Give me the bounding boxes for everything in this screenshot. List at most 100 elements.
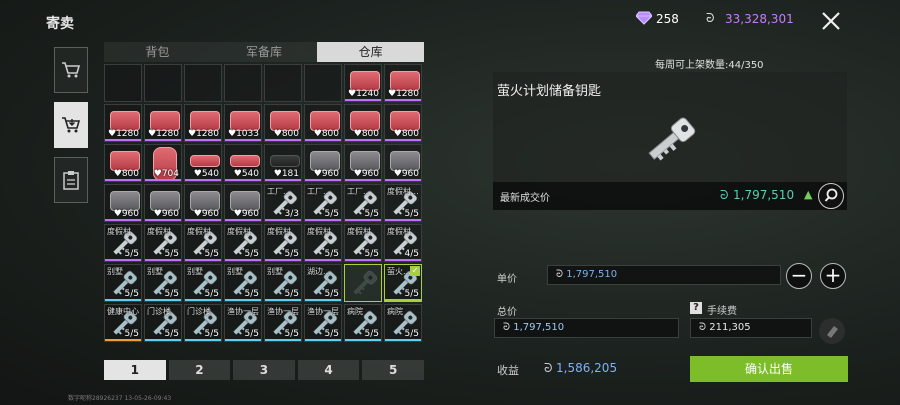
unit-price-value: 1,797,510: [566, 269, 618, 280]
checkmark-icon: ✓: [410, 266, 420, 276]
slot-quantity: 5/5: [284, 249, 299, 259]
inventory-slot[interactable]: 渔协一层 5/5: [304, 304, 342, 342]
help-icon[interactable]: ?: [690, 302, 702, 314]
slot-label: 度假村: [347, 227, 371, 236]
inventory-slot[interactable]: ♥960: [344, 144, 382, 182]
slot-quantity: ♥540: [193, 169, 219, 179]
slot-quantity: 5/5: [204, 249, 219, 259]
inventory-slot[interactable]: 工厂... 5/5: [304, 184, 342, 222]
inventory-slot[interactable]: ♥1280: [104, 104, 142, 142]
inventory-slot[interactable]: 度假村 5/5: [304, 224, 342, 262]
page-5-button[interactable]: 5: [362, 360, 424, 380]
inventory-slot[interactable]: ♥540: [184, 144, 222, 182]
slot-label: 度假村: [307, 227, 331, 236]
inventory-slot[interactable]: 度假村... 5/5: [384, 184, 422, 222]
inventory-slot[interactable]: [344, 264, 382, 302]
page-2-button[interactable]: 2: [168, 360, 231, 380]
decrease-price-button[interactable]: −: [786, 263, 812, 289]
inventory-slot[interactable]: ♥960: [104, 184, 142, 222]
inventory-slot[interactable]: ♥960: [304, 144, 342, 182]
search-icon: [824, 188, 838, 202]
tab-warehouse[interactable]: 仓库: [317, 42, 425, 62]
inventory-slot[interactable]: 门诊楼 5/5: [144, 304, 182, 342]
rarity-bar: [185, 299, 221, 301]
slot-quantity: 5/5: [404, 289, 419, 299]
case-item-icon: [350, 151, 380, 171]
slot-quantity: ♥960: [353, 169, 379, 179]
inventory-slot[interactable]: 工厂... 3/3: [264, 184, 302, 222]
page-1-button[interactable]: 1: [104, 360, 166, 380]
slot-label: 渔协一层: [267, 307, 299, 316]
tab-backpack[interactable]: 背包: [104, 42, 211, 62]
rarity-bar: [225, 219, 261, 221]
rarity-bar: [105, 339, 141, 341]
inventory-slot[interactable]: ♥800: [304, 104, 342, 142]
inventory-slot[interactable]: ♥800: [104, 144, 142, 182]
inventory-slot[interactable]: 别墅 5/5: [224, 264, 262, 302]
inventory-slot[interactable]: ♥540: [224, 144, 262, 182]
inventory-slot[interactable]: 别墅 5/5: [264, 264, 302, 302]
nav-buy-button[interactable]: [54, 47, 88, 93]
slot-quantity: 5/5: [244, 289, 259, 299]
search-button[interactable]: [818, 183, 844, 209]
slot-label: 别墅: [267, 267, 283, 276]
nav-sell-button[interactable]: [54, 102, 88, 148]
inventory-slot: [224, 64, 262, 102]
rarity-bar: [305, 179, 341, 181]
rarity-bar: [105, 219, 141, 221]
slot-quantity: ♥800: [313, 129, 339, 139]
inventory-slot[interactable]: 度假村 5/5: [144, 224, 182, 262]
page-3-button[interactable]: 3: [233, 360, 295, 380]
gem-count: 258: [656, 12, 679, 26]
discount-tag-button[interactable]: [819, 318, 845, 344]
total-price-field: ᘒ 1,797,510: [494, 318, 679, 338]
inventory-slot[interactable]: ♥800: [344, 104, 382, 142]
inventory-slot[interactable]: ♥800: [264, 104, 302, 142]
inventory-slot[interactable]: 健康中心 5/5: [104, 304, 142, 342]
inventory-slot[interactable]: ♥960: [184, 184, 222, 222]
inventory-slot[interactable]: 度假村 5/5: [224, 224, 262, 262]
inventory-slot[interactable]: 门诊楼 5/5: [184, 304, 222, 342]
inventory-slot[interactable]: 度假村 5/5: [344, 224, 382, 262]
inventory-slot[interactable]: ♥1280: [144, 104, 182, 142]
inventory-slot[interactable]: 别墅 5/5: [144, 264, 182, 302]
inventory-slot[interactable]: 度假村 5/5: [184, 224, 222, 262]
case-item-icon: [230, 111, 260, 131]
inventory-slot[interactable]: ♥960: [144, 184, 182, 222]
inventory-slot[interactable]: 度假村 5/5: [104, 224, 142, 262]
confirm-sell-button[interactable]: 确认出售: [690, 356, 848, 382]
rarity-bar: [145, 219, 181, 221]
inventory-slot[interactable]: 别墅 5/5: [184, 264, 222, 302]
inventory-slot[interactable]: ♥704: [144, 144, 182, 182]
unit-price-input[interactable]: ᘒ 1,797,510: [547, 265, 781, 285]
inventory-slot[interactable]: ♥960: [384, 144, 422, 182]
inventory-slot[interactable]: ♥960: [224, 184, 262, 222]
inventory-slot[interactable]: 度假村 5/5: [264, 224, 302, 262]
coin-icon: ᘒ: [706, 11, 715, 25]
inventory-slot[interactable]: ♥1240: [344, 64, 382, 102]
case-item-icon: [190, 111, 220, 131]
close-icon[interactable]: [818, 8, 844, 34]
inventory-slot[interactable]: 湖边... 5/5: [304, 264, 342, 302]
slot-quantity: 5/5: [404, 209, 419, 219]
inventory-slot[interactable]: ♥1280: [384, 64, 422, 102]
inventory-slot[interactable]: 渔协一层 5/5: [264, 304, 302, 342]
total-price-label: 总价: [497, 307, 517, 318]
inventory-slot[interactable]: ♥800: [384, 104, 422, 142]
inventory-slot[interactable]: 度假村 4/5: [384, 224, 422, 262]
nav-records-button[interactable]: [54, 157, 88, 203]
inventory-slot[interactable]: ♥1033: [224, 104, 262, 142]
inventory-slot[interactable]: 萤火... 5/5 ✓: [384, 264, 422, 302]
inventory-slot[interactable]: ♥181: [264, 144, 302, 182]
inventory-slot[interactable]: 病院 5/5: [384, 304, 422, 342]
inventory-slot[interactable]: 工厂... 5/5: [344, 184, 382, 222]
inventory-slot[interactable]: 渔协一层 5/5: [224, 304, 262, 342]
slot-quantity: 4/5: [404, 249, 419, 259]
inventory-slot[interactable]: 别墅 5/5: [104, 264, 142, 302]
tab-armory[interactable]: 军备库: [210, 42, 318, 62]
page-4-button[interactable]: 4: [297, 360, 360, 380]
increase-price-button[interactable]: +: [820, 263, 846, 289]
case-item-icon: [390, 71, 420, 91]
inventory-slot[interactable]: 病院 5/5: [344, 304, 382, 342]
inventory-slot[interactable]: ♥1280: [184, 104, 222, 142]
